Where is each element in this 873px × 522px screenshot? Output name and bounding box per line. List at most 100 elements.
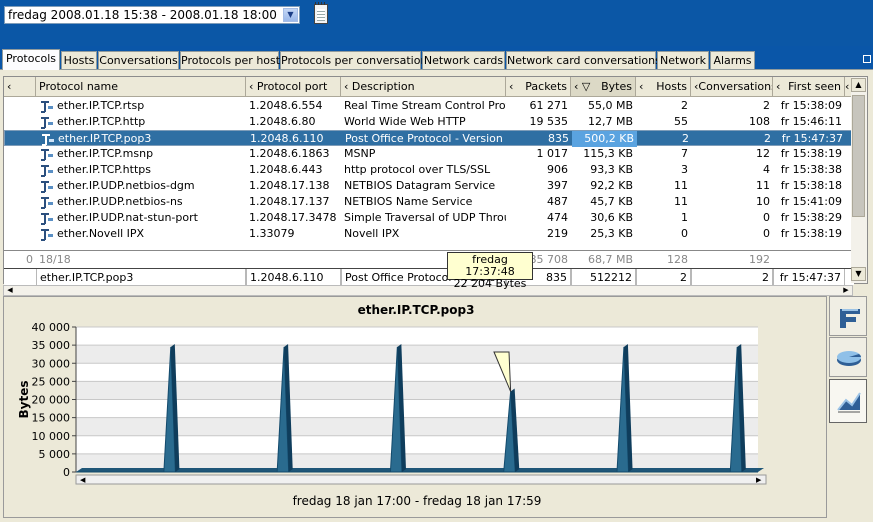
scroll-left-icon[interactable]: ◀ — [5, 286, 15, 295]
header-protocol-name[interactable]: Protocol name — [36, 77, 246, 97]
tooltip-time: fredag 17:37:48 — [465, 253, 515, 278]
totals-bytes: 68,7 MB — [587, 253, 633, 266]
tab-protocols[interactable]: Protocols — [2, 49, 60, 70]
tab-alarms[interactable]: Alarms — [710, 51, 755, 70]
tab-protocols-per-conversation[interactable]: Protocols per conversation — [280, 51, 427, 70]
totals-conversations: 192 — [749, 253, 770, 266]
tab-network[interactable]: Network — [657, 51, 709, 70]
header-description[interactable]: ‹ Description — [341, 77, 506, 97]
header-packets[interactable]: ‹ Packets — [506, 77, 571, 97]
cell-desc: Novell IPX — [344, 227, 400, 240]
cell-packets: 397 — [547, 179, 568, 192]
cell-desc: NETBIOS Datagram Service — [344, 179, 496, 192]
protocol-icon — [41, 229, 53, 241]
cell-hosts: 7 — [681, 147, 688, 160]
tab-network-card-conversations[interactable]: Network card conversations — [506, 51, 661, 70]
cell-bytes: 92,2 KB — [590, 179, 633, 192]
header-hosts[interactable]: ‹ Hosts — [636, 77, 691, 97]
scroll-down-icon[interactable]: ▼ — [851, 267, 866, 281]
cell-packets: 487 — [547, 195, 568, 208]
cell-packets: 906 — [547, 163, 568, 176]
header-conversations[interactable]: ‹ Conversations — [691, 77, 773, 97]
cell-conv: 10 — [756, 195, 770, 208]
detail-bytes[interactable]: 512212 — [571, 269, 636, 286]
cell-conv: 12 — [756, 147, 770, 160]
table-row[interactable]: ether.IP.UDP.nat-stun-port 1.2048.17.3478… — [4, 210, 854, 226]
cell-bytes: 12,7 MB — [587, 115, 633, 128]
chevron-down-icon[interactable]: ▼ — [283, 8, 298, 22]
header-first-seen-label: First seen — [788, 80, 841, 93]
time-range-select[interactable]: fredag 2008.01.18 15:38 - 2008.01.18 18:… — [4, 6, 300, 24]
cell-name: ether.IP.TCP.pop3 — [58, 132, 152, 145]
cell-hosts: 3 — [681, 163, 688, 176]
restore-icon[interactable] — [863, 55, 871, 63]
header-collapse[interactable]: ‹ — [4, 77, 36, 97]
cell-packets: 474 — [547, 211, 568, 224]
horizontal-scrollbar[interactable]: ◀ ▶ — [3, 285, 853, 296]
totals-hosts: 128 — [667, 253, 688, 266]
cell-first: fr 15:47:37 — [781, 132, 843, 145]
cell-first: fr 15:38:29 — [780, 211, 842, 224]
table-row[interactable]: ether.IP.UDP.netbios-ns 1.2048.17.137 NETB… — [4, 194, 854, 210]
totals-count: 18/18 — [39, 253, 71, 266]
cell-conv: 2 — [764, 132, 771, 145]
protocol-icon — [42, 134, 54, 146]
cell-name: ether.IP.TCP.msnp — [57, 147, 154, 160]
cell-packets: 1 017 — [536, 147, 569, 160]
tab-protocols-per-host[interactable]: Protocols per host — [180, 51, 280, 70]
grid-band — [76, 327, 758, 346]
table-row[interactable]: ether.IP.TCP.rtsp 1.2048.6.554 Real Time S… — [4, 98, 854, 114]
scroll-right-icon[interactable]: ▶ — [841, 286, 851, 295]
area-chart-icon[interactable] — [829, 379, 867, 423]
header-packets-label: Packets — [525, 80, 567, 93]
table-row[interactable]: ether.IP.TCP.msnp 1.2048.6.1863 MSNP 1 017 1… — [4, 146, 854, 162]
time-range-value: fredag 2008.01.18 15:38 - 2008.01.18 18:… — [8, 8, 277, 22]
tab-network-cards[interactable]: Network cards — [422, 51, 505, 70]
x-scrollbar — [75, 474, 767, 485]
header-bytes[interactable]: ‹ ▽ Bytes — [571, 77, 636, 97]
table-row[interactable]: ether.IP.TCP.https 1.2048.6.443 http proto… — [4, 162, 854, 178]
header-description-label: Description — [351, 80, 415, 93]
detail-hosts[interactable]: 2 — [636, 269, 691, 286]
x-axis-label: fredag 18 jan 17:00 - fredag 18 jan 17:5… — [293, 494, 542, 508]
y-tick-label: 0 — [63, 466, 70, 479]
header-first-seen[interactable]: ‹ First seen — [773, 77, 845, 97]
cell-name: ether.IP.TCP.rtsp — [57, 99, 145, 112]
chart-panel: ether.IP.TCP.pop3 05 000 10 000 15 000 20 0… — [3, 296, 827, 518]
bytes-chart: 0 5 000 10 000 15 000 20 000 25 000 30 000 35 0… — [17, 321, 767, 508]
protocol-icon — [41, 181, 53, 193]
cell-port: 1.2048.17.3478 — [249, 211, 337, 224]
tab-hosts[interactable]: Hosts — [61, 51, 97, 70]
vertical-scrollbar[interactable]: ▲ ▼ — [851, 77, 867, 283]
table-row[interactable]: ether.IP.TCP.http 1.2048.6.80 World Wide W… — [4, 114, 854, 130]
cell-packets: 61 271 — [529, 99, 569, 112]
notepad-icon[interactable] — [314, 2, 328, 24]
header-bytes-label: Bytes — [601, 80, 632, 93]
scroll-up-icon[interactable]: ▲ — [851, 78, 866, 92]
header-protocol-port[interactable]: ‹ Protocol port — [246, 77, 341, 97]
table-row[interactable]: ether.IP.UDP.netbios-dgm 1.2048.17.138 NET… — [4, 178, 854, 194]
grid-band — [76, 399, 758, 418]
cell-first: fr 15:46:11 — [780, 115, 842, 128]
table-row[interactable]: ether.IP.TCP.pop3 1.2048.6.110 Post Office… — [4, 130, 854, 147]
cell-first: fr 15:41:09 — [780, 195, 842, 208]
grid-band — [76, 363, 758, 382]
table-view-icon[interactable] — [829, 296, 867, 336]
y-tick-label: 35 000 — [32, 339, 71, 352]
detail-protocol-name[interactable]: ether.IP.TCP.pop3 — [36, 269, 246, 286]
detail-conversations[interactable]: 2 — [691, 269, 773, 286]
cell-conv: 108 — [749, 115, 770, 128]
detail-row: ether.IP.TCP.pop3 1.2048.6.110 Post Offi… — [4, 268, 854, 286]
header-hosts-label: Hosts — [656, 80, 687, 93]
cell-desc: Real Time Stream Control Protocol — [344, 99, 506, 112]
cell-conv: 0 — [763, 211, 770, 224]
scroll-thumb[interactable] — [852, 95, 865, 217]
detail-first-seen[interactable]: fr 15:47:37 — [773, 269, 845, 286]
grid-band — [76, 345, 758, 364]
cell-name: ether.IP.UDP.netbios-ns — [57, 195, 183, 208]
tab-conversations[interactable]: Conversations — [98, 51, 179, 70]
table-row[interactable]: ether.Novell IPX 1.33079 Novell IPX 219 25,3… — [4, 226, 854, 242]
pie-chart-icon[interactable] — [829, 337, 867, 377]
protocol-icon — [41, 149, 53, 161]
detail-protocol-port[interactable]: 1.2048.6.110 — [246, 269, 341, 286]
